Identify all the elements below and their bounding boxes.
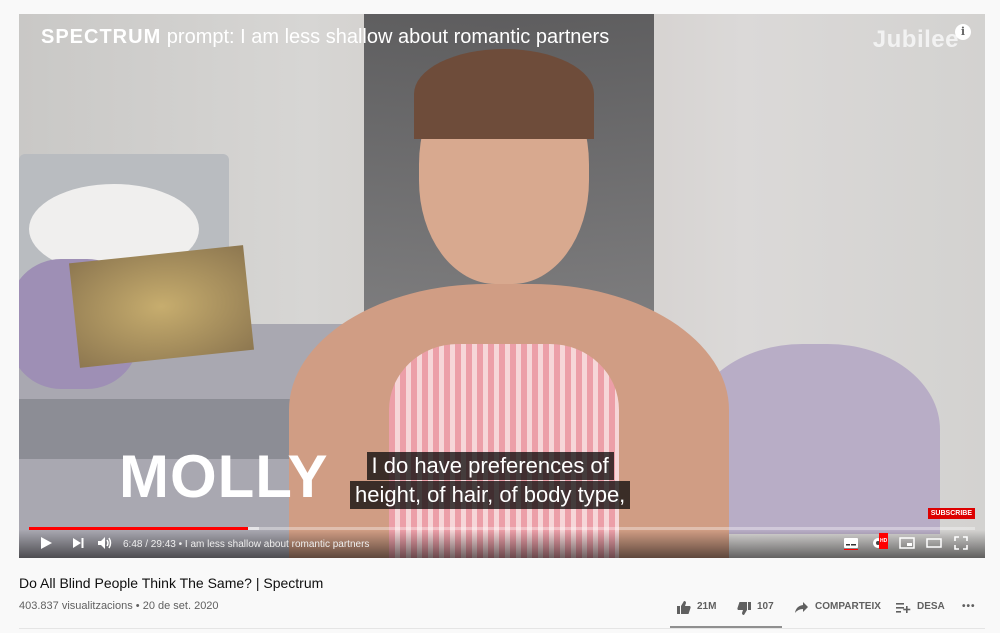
subtitles-icon[interactable] [843,536,859,553]
video-title: Do All Blind People Think The Same? | Sp… [19,575,324,591]
theater-icon[interactable] [926,536,942,553]
prompt-text: prompt: I am less shallow about romantic… [166,26,610,48]
time-value: 6:48 / 29:43 [123,539,176,550]
volume-icon[interactable] [97,536,113,553]
chapter-title[interactable]: • I am less shallow about romantic partn… [179,539,370,550]
thumbs-up-icon[interactable] [676,600,692,618]
video-meta: 403.837 visualitzacions • 20 de set. 202… [19,600,219,612]
hd-badge: HD [879,533,889,549]
like-count[interactable]: 21M [697,601,716,612]
caption-line: height, of hair, of body type, [350,481,631,509]
gold-pillow [68,245,255,368]
subscribe-watermark[interactable]: SUBSCRIBE [927,508,975,519]
speaker-hair [414,49,594,139]
play-icon[interactable] [39,536,53,553]
player-controls: 6:48 / 29:43 • I am less shallow about r… [19,530,985,558]
dislike-count[interactable]: 107 [757,601,774,612]
share-button[interactable]: COMPARTEIX [815,601,881,612]
add-to-playlist-icon[interactable] [896,601,911,617]
jubilee-logo: Jubilee [872,26,959,53]
settings-icon[interactable]: HD [871,533,889,553]
thumbs-down-icon[interactable] [736,601,752,619]
fullscreen-icon[interactable] [954,536,968,553]
brand-text: SPECTRUM [41,26,162,48]
captions: I do have preferences of height, of hair… [350,452,631,510]
info-icon[interactable]: i [955,24,971,40]
time-display: 6:48 / 29:43 • I am less shallow about r… [123,539,369,550]
miniplayer-icon[interactable] [899,536,915,553]
video-player[interactable]: SPECTRUM prompt: I am less shallow about… [19,14,985,558]
share-icon[interactable] [794,601,809,617]
speaker-name: MOLLY [119,443,329,510]
caption-line: I do have preferences of [366,452,614,480]
speaker-top [389,344,619,558]
next-icon[interactable] [71,536,85,553]
more-actions-icon[interactable]: ••• [962,601,976,612]
divider [19,628,985,629]
save-button[interactable]: DESA [917,601,945,612]
video-overlay-title: SPECTRUM prompt: I am less shallow about… [41,26,609,49]
